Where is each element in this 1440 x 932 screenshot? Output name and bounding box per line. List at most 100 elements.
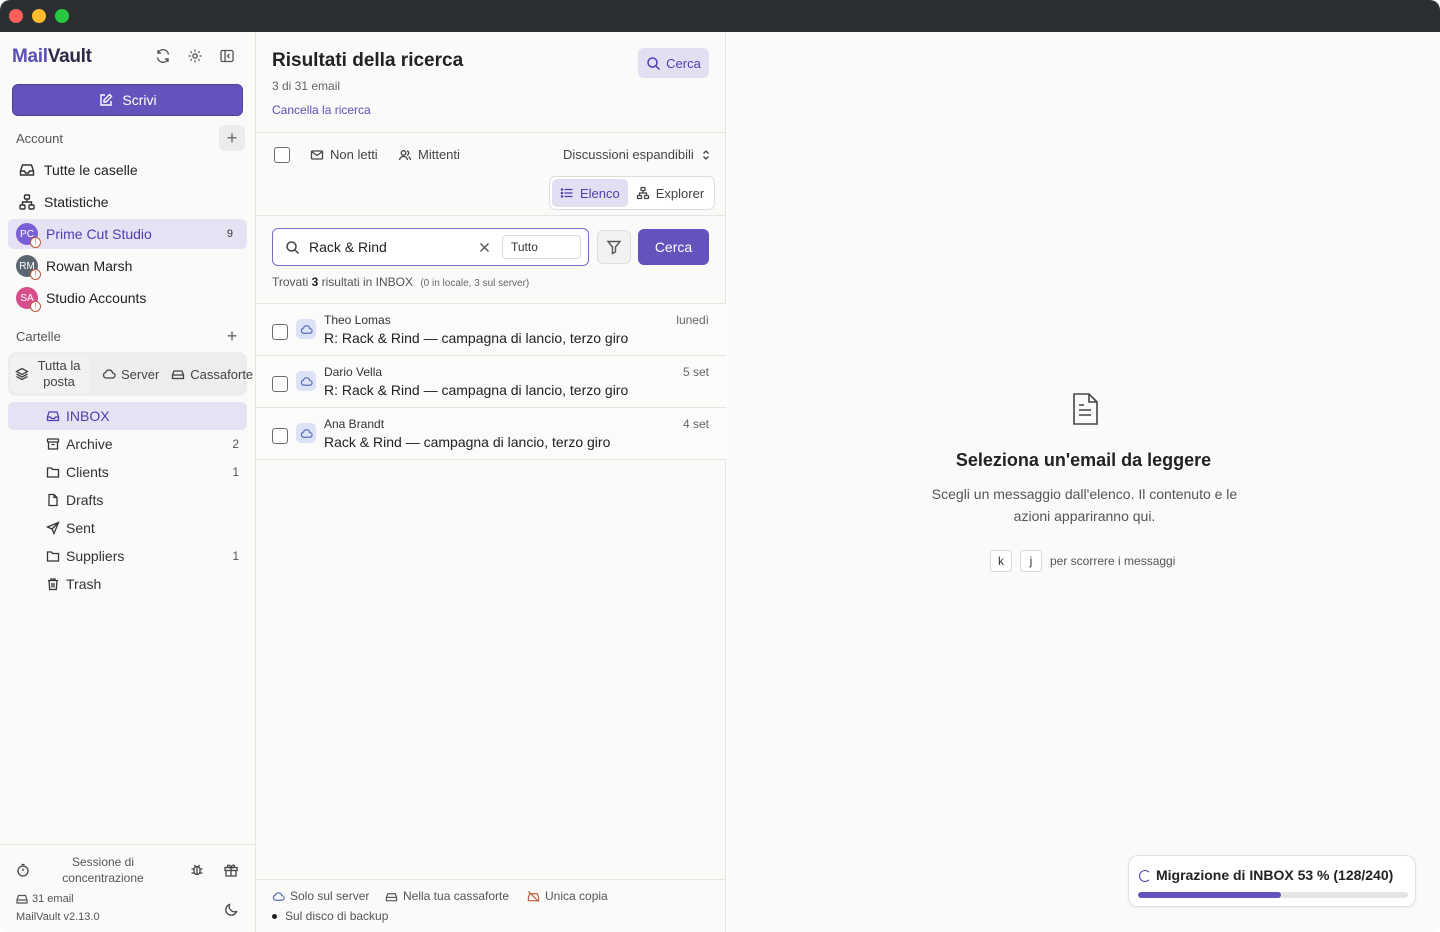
folder-icon	[46, 467, 60, 478]
sitemap-icon	[19, 194, 35, 210]
funnel-icon	[606, 240, 622, 255]
cloud-icon	[102, 369, 116, 379]
segment-vault[interactable]: Cassaforte	[165, 355, 259, 393]
filter-unread-label: Non letti	[330, 147, 378, 162]
message-row[interactable]: Dario Vella R: Rack & Rind — campagna di…	[256, 356, 726, 408]
reading-pane: Seleziona un'email da leggere Scegli un …	[727, 32, 1440, 932]
empty-state-text: Scegli un messaggio dall'elenco. Il cont…	[931, 486, 1238, 524]
focus-session-button[interactable]: Sessione di concentrazione	[52, 854, 154, 886]
segment-all-mail[interactable]: Tutta la posta	[11, 355, 90, 393]
alert-badge-icon: !	[30, 301, 41, 312]
account-rowan-marsh[interactable]: RM! Rowan Marsh	[8, 251, 247, 281]
trash-icon	[48, 578, 58, 591]
folder-sent[interactable]: Sent	[8, 514, 247, 542]
gift-icon[interactable]	[223, 862, 239, 878]
segment-label: Server	[121, 366, 160, 382]
folder-suppliers[interactable]: Suppliers 1	[8, 542, 247, 570]
filter-unread-button[interactable]: Non letti	[310, 147, 378, 162]
account-studio-accounts[interactable]: SA! Studio Accounts	[8, 283, 247, 313]
folder-label: Suppliers	[66, 548, 125, 564]
view-list-label: Elenco	[580, 185, 620, 201]
close-window-button[interactable]	[9, 9, 23, 23]
account-prime-cut-studio[interactable]: PC! Prime Cut Studio 9	[8, 219, 247, 249]
inbox-icon	[46, 411, 60, 422]
view-explorer-button[interactable]: Explorer	[628, 179, 712, 207]
moon-icon[interactable]	[224, 902, 239, 917]
message-subject: R: Rack & Rind — campagna di lancio, ter…	[324, 330, 629, 346]
sidebar-toggle-icon[interactable]	[217, 46, 237, 66]
select-all-checkbox[interactable]	[274, 147, 290, 163]
avatar: RM!	[16, 255, 41, 280]
folder-count: 1	[232, 465, 239, 479]
compose-label: Scrivi	[122, 92, 157, 108]
sidebar-item-statistics[interactable]: Statistiche	[8, 187, 247, 217]
segment-label: Tutta la posta	[37, 358, 81, 389]
account-section-label: Account	[16, 131, 63, 146]
search-field[interactable]: Rack & Rind Tutto	[272, 228, 589, 266]
sitemap-icon	[636, 186, 649, 200]
compose-icon	[100, 93, 113, 106]
folder-drafts[interactable]: Drafts	[8, 486, 247, 514]
cloud-icon	[296, 423, 316, 443]
folder-trash[interactable]: Trash	[8, 570, 247, 598]
view-list-button[interactable]: Elenco	[552, 179, 628, 207]
folder-icon	[46, 551, 60, 562]
envelope-icon	[310, 149, 324, 160]
message-sender: Theo Lomas	[324, 313, 391, 327]
segment-server[interactable]: Server	[96, 355, 165, 393]
message-date: 4 set	[682, 417, 709, 431]
refresh-icon[interactable]	[153, 46, 173, 66]
migration-label: Migrazione di INBOX 53 % (128/240)	[1156, 867, 1394, 883]
timer-icon[interactable]	[16, 863, 30, 877]
divider	[256, 132, 726, 133]
legend-backup-disk: Sul disco di backup	[272, 909, 388, 923]
migration-progress-bar	[1138, 892, 1408, 898]
title-bar	[0, 0, 1440, 32]
gear-icon[interactable]	[185, 46, 205, 66]
minimize-window-button[interactable]	[32, 9, 46, 23]
filter-senders-label: Mittenti	[418, 147, 460, 162]
empty-state-title: Seleziona un'email da leggere	[955, 450, 1212, 470]
add-account-button[interactable]: +	[219, 125, 245, 151]
storage-legend: Solo sul server Nella tua cassaforte Uni…	[256, 879, 726, 932]
folders-section-label: Cartelle	[16, 329, 61, 344]
search-filter-button[interactable]	[597, 230, 631, 264]
folder-inbox[interactable]: INBOX	[8, 402, 247, 430]
threads-select[interactable]: Discussioni espandibili	[563, 147, 712, 162]
email-count-indicator: 31 email	[16, 893, 74, 905]
folder-label: Trash	[66, 576, 102, 592]
search-query-text[interactable]: Rack & Rind	[309, 239, 387, 255]
message-checkbox[interactable]	[272, 324, 288, 340]
message-row[interactable]: Theo Lomas R: Rack & Rind — campagna di …	[256, 304, 726, 356]
add-folder-button[interactable]: +	[219, 323, 245, 349]
compose-button[interactable]: Scrivi	[12, 84, 243, 116]
search-submit-button[interactable]: Cerca	[638, 229, 709, 265]
message-checkbox[interactable]	[272, 376, 288, 392]
search-toggle-label: Cerca	[666, 55, 701, 71]
message-sender: Dario Vella	[324, 365, 383, 379]
users-icon	[398, 149, 412, 160]
divider	[256, 215, 726, 216]
clear-search-link[interactable]: Cancella la ricerca	[272, 103, 371, 117]
folder-count: 2	[232, 437, 239, 451]
message-checkbox[interactable]	[272, 428, 288, 444]
app-logo: MailVault	[12, 46, 92, 67]
sidebar-item-all-mailboxes[interactable]: Tutte le caselle	[8, 155, 247, 185]
drive-icon	[16, 894, 28, 904]
folder-label: Clients	[66, 464, 109, 480]
zoom-window-button[interactable]	[55, 9, 69, 23]
search-scope-select[interactable]: Tutto	[502, 235, 581, 259]
migration-progress-fill	[1138, 892, 1282, 898]
account-label: Rowan Marsh	[46, 258, 133, 274]
document-icon	[1070, 392, 1100, 426]
folder-archive[interactable]: Archive 2	[8, 430, 247, 458]
folder-clients[interactable]: Clients 1	[8, 458, 247, 486]
message-row[interactable]: Ana Brandt Rack & Rind — campagna di lan…	[256, 408, 726, 460]
filter-senders-button[interactable]: Mittenti	[398, 147, 460, 162]
bug-icon[interactable]	[189, 862, 205, 878]
clear-search-icon[interactable]	[479, 242, 490, 253]
avatar: PC!	[16, 223, 41, 248]
archive-icon	[46, 438, 60, 450]
safe-icon	[385, 892, 398, 901]
search-toggle-button[interactable]: Cerca	[638, 48, 709, 78]
